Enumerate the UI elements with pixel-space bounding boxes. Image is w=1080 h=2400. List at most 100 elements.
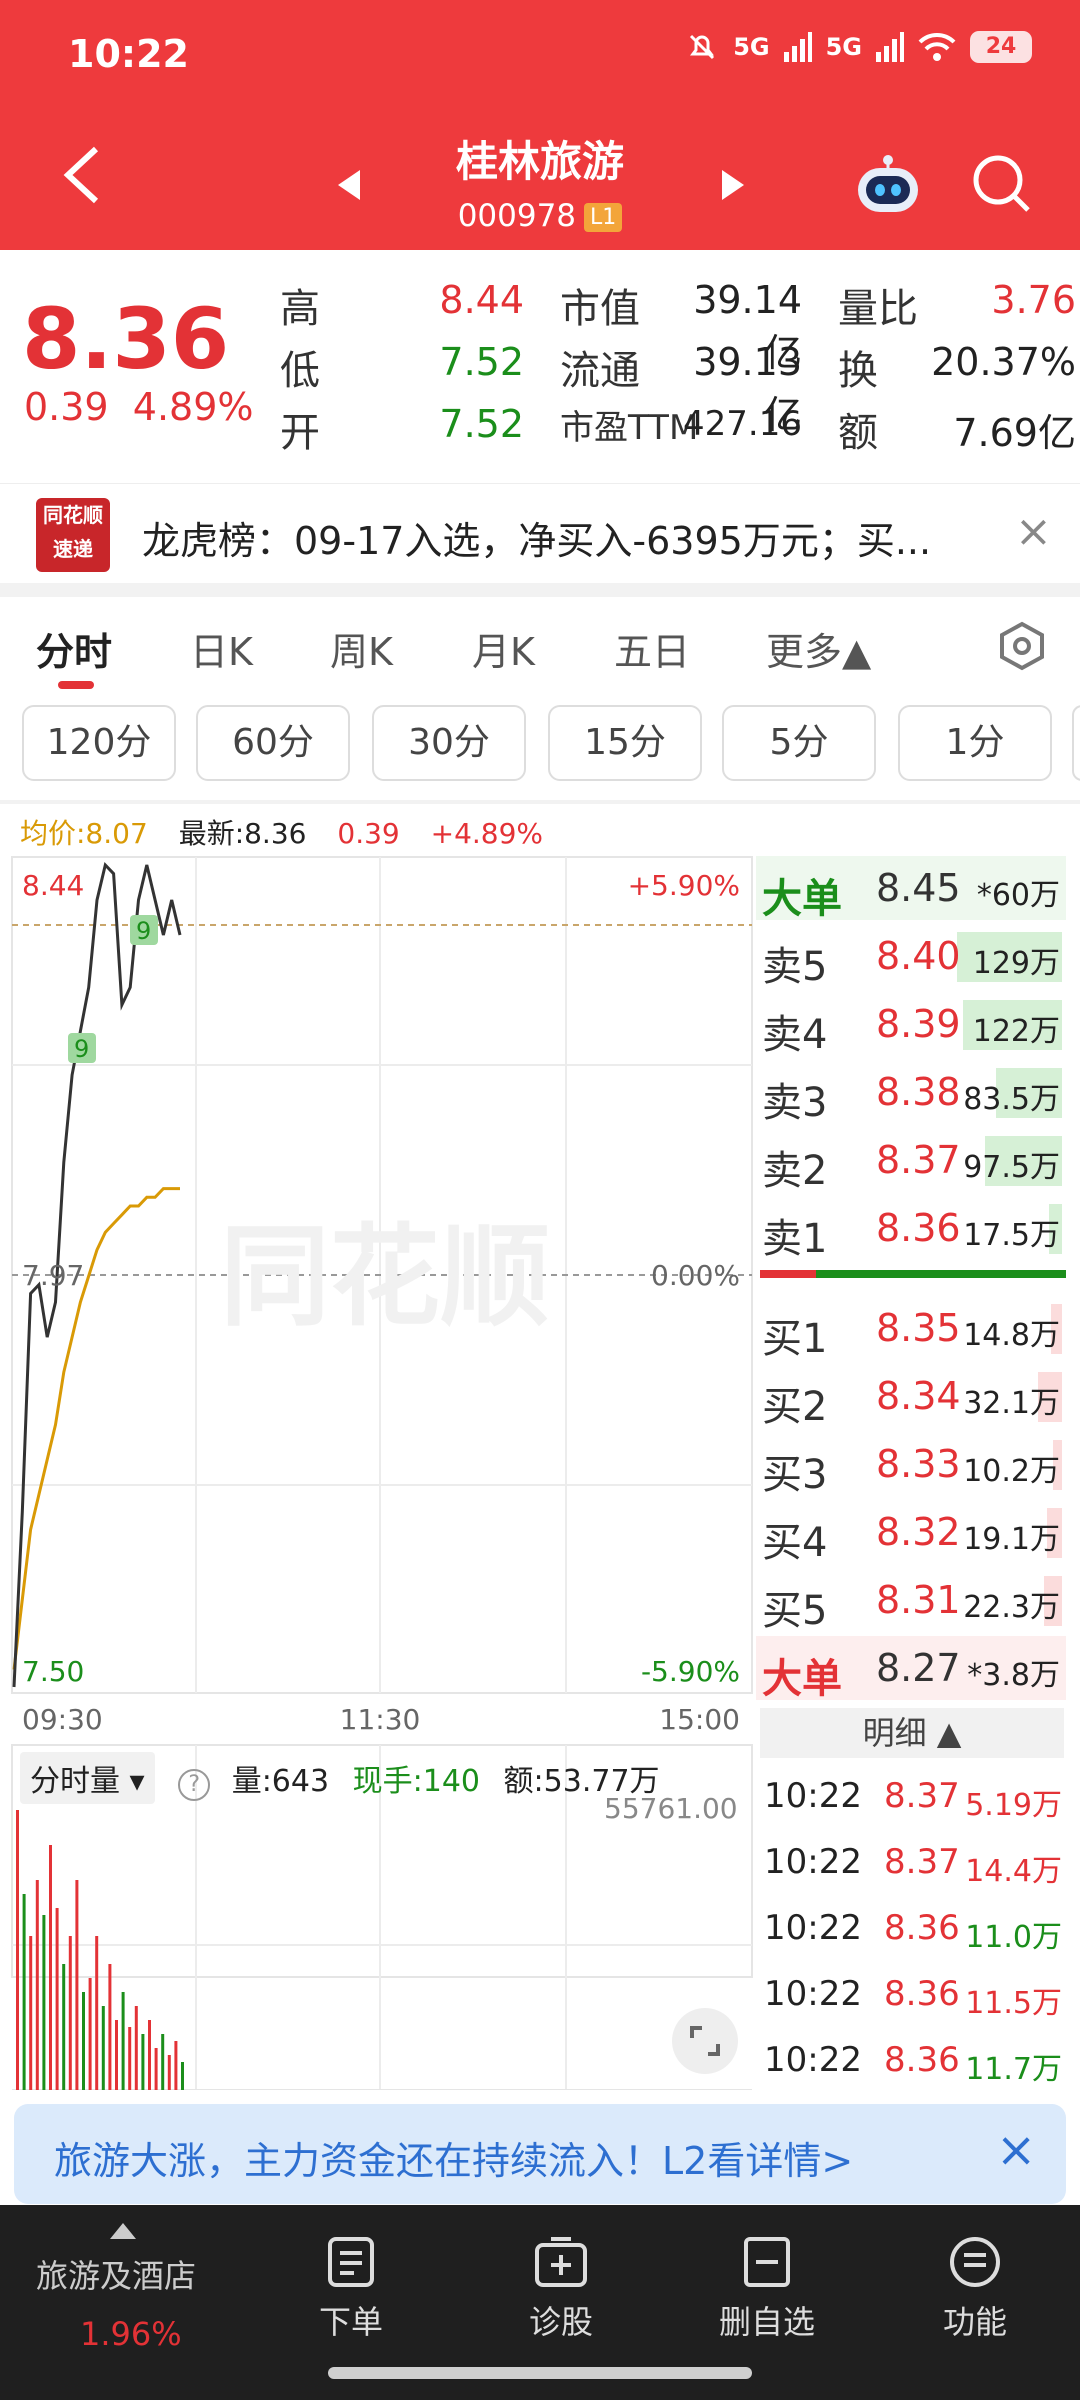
volume-bar: [42, 1915, 46, 2090]
ask-volume: 17.5万: [963, 1218, 1060, 1253]
signal-marker-text: 9: [74, 1035, 89, 1063]
volume-bar: [35, 1880, 39, 2090]
big-buy-label: 大单: [762, 1656, 842, 1702]
chevron-up-icon[interactable]: [110, 2223, 136, 2239]
bid-label: 买4: [762, 1520, 828, 1566]
nav-diagnose[interactable]: 诊股: [486, 2235, 636, 2343]
help-icon[interactable]: ?: [178, 1769, 211, 1801]
expand-chart-button[interactable]: [672, 2008, 738, 2074]
pe-value: 427.16: [683, 404, 802, 444]
active-tab-indicator: [58, 681, 94, 689]
ask-label: 卖3: [762, 1080, 828, 1126]
bid-row[interactable]: 买4 8.32 19.1万: [756, 1500, 1066, 1566]
news-banner[interactable]: 同花顺 速递 龙虎榜：09-17入选，净买入-6395万元；买... ×: [0, 483, 1080, 583]
period-120[interactable]: 120分: [22, 705, 176, 781]
expand-icon: [690, 2026, 720, 2056]
ask-row[interactable]: 卖4 8.39 122万: [756, 992, 1066, 1058]
book-divider-red: [760, 1270, 816, 1278]
last-price: 8.36: [22, 290, 230, 388]
promo-banner[interactable]: 旅游大涨，主力资金还在持续流入！L2看详情> ×: [14, 2104, 1066, 2204]
tab-daily-k[interactable]: 日K: [190, 621, 253, 676]
volume-bar: [22, 1894, 26, 2090]
tab-five-day[interactable]: 五日: [614, 621, 690, 676]
ask-row[interactable]: 卖5 8.40 129万: [756, 924, 1066, 990]
divider: [0, 800, 1080, 804]
volume-bars: [16, 1810, 184, 2090]
bid-price: 8.35: [876, 1306, 961, 1350]
bid-volume: 32.1万: [963, 1386, 1060, 1421]
tab-monthly-k[interactable]: 月K: [472, 621, 535, 676]
sector-name[interactable]: 旅游及酒店: [36, 2251, 196, 2297]
tab-weekly-k[interactable]: 周K: [330, 621, 393, 676]
volume-type-dropdown[interactable]: 分时量 ▾: [20, 1752, 155, 1804]
bid-label: 买5: [762, 1588, 828, 1634]
close-icon[interactable]: ×: [996, 2122, 1036, 2178]
avg-price: 均价:8.07: [20, 817, 148, 850]
bid-label: 买3: [762, 1452, 828, 1498]
ask-price: 8.38: [876, 1070, 961, 1114]
settings-hexagon-icon[interactable]: [998, 621, 1046, 671]
intraday-chart[interactable]: 同花顺 9 9 8.44 7.97 7.50 +5.90% 0.00% -5.9…: [0, 855, 756, 2090]
ask-row[interactable]: 卖2 8.37 97.5万: [756, 1128, 1066, 1194]
nav-functions[interactable]: 功能: [900, 2235, 1050, 2343]
bid-label: 买2: [762, 1384, 828, 1430]
volume-bar: [167, 2055, 171, 2090]
ask-row[interactable]: 卖1 8.36 17.5万: [756, 1196, 1066, 1262]
period-selector: 120分 60分 30分 15分 5分 1分: [0, 705, 1080, 785]
robot-assistant-icon[interactable]: [852, 152, 924, 218]
bid-row[interactable]: 买3 8.33 10.2万: [756, 1432, 1066, 1498]
signal-marker-text: 9: [136, 917, 151, 945]
nav-diagnose-label: 诊股: [528, 2303, 593, 2341]
bid-row[interactable]: 买2 8.34 32.1万: [756, 1364, 1066, 1430]
volume-bar: [154, 2048, 158, 2090]
big-sell-label: 大单: [762, 876, 842, 922]
time-mid-label: 11:30: [340, 1703, 421, 1736]
next-stock-icon[interactable]: [720, 168, 746, 202]
bid-row[interactable]: 买5 8.31 22.3万: [756, 1568, 1066, 1634]
open-label: 开: [280, 410, 320, 456]
ask-price: 8.39: [876, 1002, 961, 1046]
period-5[interactable]: 5分: [722, 705, 876, 781]
trade-row: 10:22 8.36 11.0万: [760, 1902, 1064, 1962]
ask-volume: 122万: [972, 1014, 1060, 1049]
order-icon: [328, 2237, 374, 2287]
latest-price: 最新:8.36: [178, 817, 307, 850]
nav-order[interactable]: 下单: [276, 2235, 426, 2343]
volume-bar: [95, 1936, 99, 2090]
tab-more[interactable]: 更多▲: [766, 621, 871, 676]
search-icon[interactable]: [970, 152, 1034, 216]
ask-row[interactable]: 卖3 8.38 83.5万: [756, 1060, 1066, 1126]
current-hand: 现手:140: [352, 1764, 480, 1799]
bid-row[interactable]: 买1 8.35 14.8万: [756, 1296, 1066, 1362]
detail-toggle[interactable]: 明细 ▲: [760, 1708, 1064, 1758]
intraday-info: 均价:8.07 最新:8.36 0.39 +4.89%: [20, 812, 565, 852]
latest-change: 0.39: [337, 817, 400, 850]
divider: [0, 583, 1080, 597]
ask-price: 8.40: [876, 934, 961, 978]
trade-volume: 5.19万: [965, 1788, 1062, 1823]
trade-time: 10:22: [764, 1908, 862, 1948]
period-15[interactable]: 15分: [548, 705, 702, 781]
time-start-label: 09:30: [22, 1703, 103, 1736]
signal-bars-icon: [876, 32, 904, 62]
top-price-label: 8.44: [22, 869, 84, 902]
nav-order-label: 下单: [318, 2303, 383, 2341]
amount-label: 额: [838, 410, 878, 456]
quote-panel: 8.36 0.39 4.89% 高 8.44 低 7.52 开 7.52 市值 …: [0, 250, 1080, 480]
mid-pct-label: 0.00%: [651, 1259, 740, 1292]
period-60[interactable]: 60分: [196, 705, 350, 781]
period-30[interactable]: 30分: [372, 705, 526, 781]
turnover-value: 20.37%: [931, 340, 1076, 384]
trade-row: 10:22 8.37 14.4万: [760, 1836, 1064, 1896]
nav-remove-watch[interactable]: 删自选: [692, 2235, 842, 2343]
close-icon[interactable]: ×: [1015, 506, 1052, 557]
ask-price: 8.36: [876, 1206, 961, 1250]
volume-bar: [29, 1936, 33, 2090]
trade-price: 8.37: [884, 1776, 960, 1816]
tab-intraday[interactable]: 分时: [36, 621, 112, 676]
home-indicator[interactable]: [328, 2367, 752, 2379]
period-1[interactable]: 1分: [898, 705, 1052, 781]
period-more-edge: [1072, 705, 1080, 781]
high-label: 高: [280, 286, 320, 332]
volume-bar: [75, 1880, 79, 2090]
